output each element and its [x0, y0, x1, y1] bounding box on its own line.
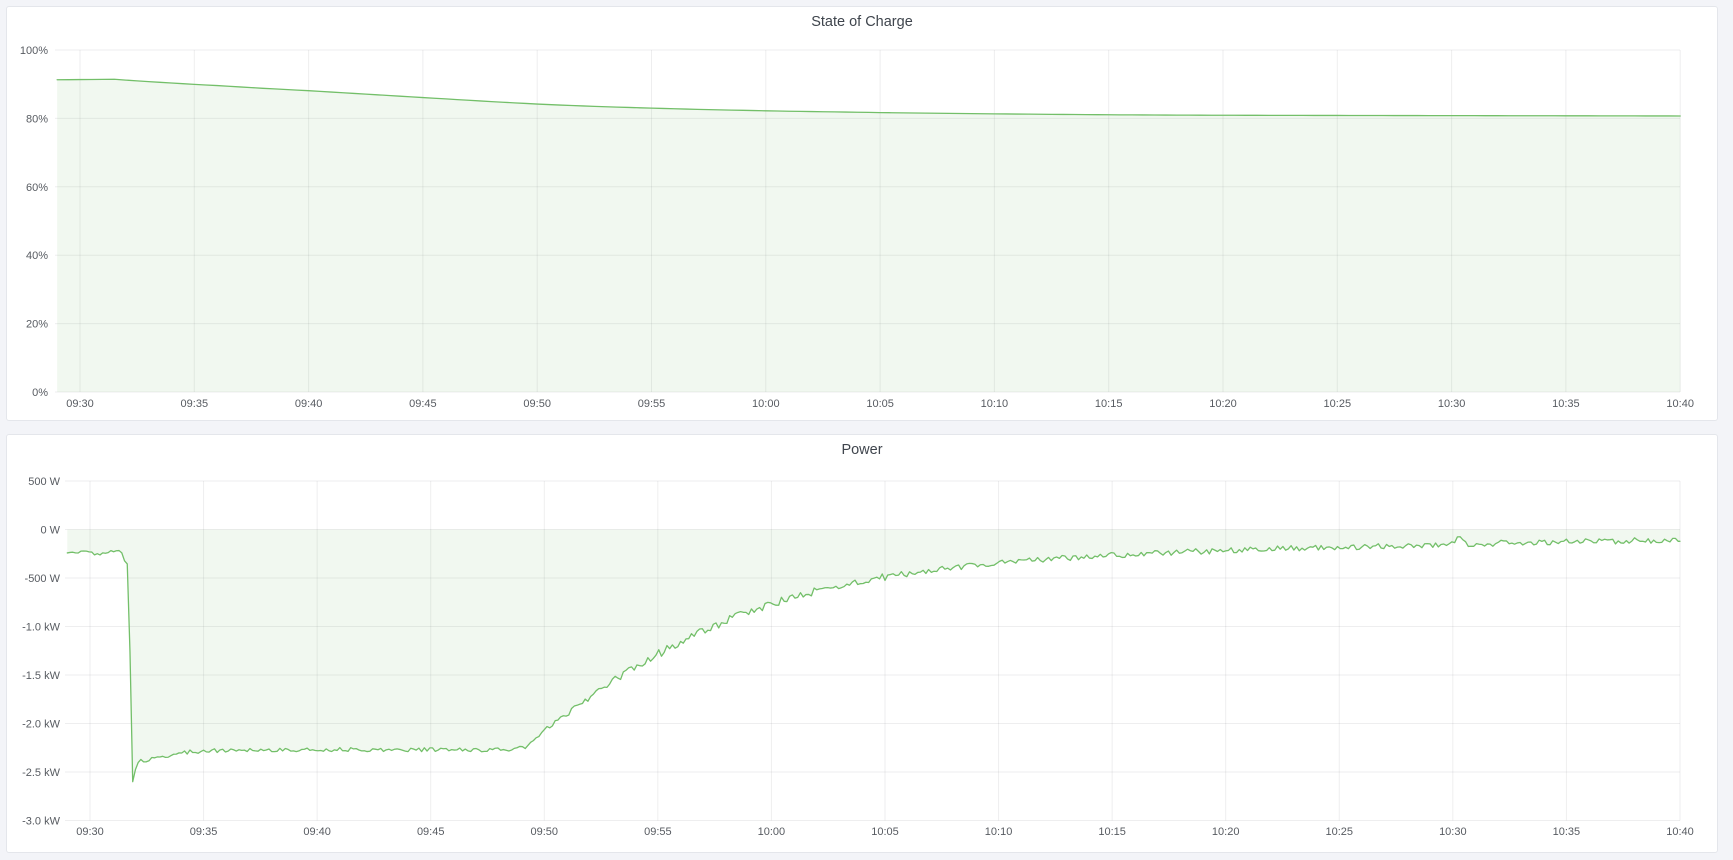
- y-axis-tick-label: -500 W: [25, 573, 61, 585]
- y-axis-tick-label: -1.0 kW: [22, 622, 61, 634]
- x-axis-tick-label: 10:30: [1439, 826, 1467, 838]
- y-axis-tick-label: 0 W: [40, 525, 60, 537]
- series-area-fill: [67, 530, 1680, 782]
- y-axis-tick-label: -2.0 kW: [22, 719, 61, 731]
- power-panel-title[interactable]: Power: [7, 435, 1717, 463]
- x-axis-tick-label: 10:30: [1438, 398, 1466, 410]
- x-axis-tick-label: 09:30: [66, 398, 94, 410]
- y-axis-tick-label: 20%: [26, 319, 48, 331]
- x-axis-tick-label: 10:10: [985, 826, 1013, 838]
- x-axis-tick-label: 09:55: [644, 826, 672, 838]
- x-axis-tick-label: 09:40: [295, 398, 323, 410]
- x-axis-tick-label: 10:25: [1324, 398, 1352, 410]
- x-axis-tick-label: 10:05: [866, 398, 894, 410]
- y-axis-tick-label: 80%: [26, 113, 48, 125]
- soc-panel: State of Charge 100% 80% 60% 40% 20% 0% 09:30 0…: [6, 6, 1718, 421]
- soc-chart-canvas[interactable]: 100% 80% 60% 40% 20% 0% 09:30 09:35 09:40 09:45 09…: [7, 35, 1717, 420]
- x-axis-tick-label: 09:30: [76, 826, 104, 838]
- x-axis-tick-label: 10:00: [758, 826, 786, 838]
- x-axis-tick-label: 10:00: [752, 398, 780, 410]
- x-axis-tick-label: 09:45: [409, 398, 437, 410]
- soc-panel-title[interactable]: State of Charge: [7, 7, 1717, 35]
- x-axis-tick-label: 09:45: [417, 826, 445, 838]
- x-axis-tick-label: 10:10: [981, 398, 1009, 410]
- x-axis-tick-label: 09:55: [638, 398, 666, 410]
- x-axis-tick-label: 10:40: [1666, 398, 1694, 410]
- x-axis-tick-label: 10:15: [1095, 398, 1123, 410]
- x-axis-tick-label: 10:25: [1326, 826, 1354, 838]
- y-axis-tick-label: 500 W: [28, 476, 60, 488]
- x-axis-tick-label: 10:20: [1209, 398, 1237, 410]
- y-axis-tick-label: -3.0 kW: [22, 816, 61, 828]
- y-axis-tick-label: 0%: [32, 387, 48, 399]
- power-chart-canvas[interactable]: 500 W 0 W -500 W -1.0 kW -1.5 kW -2.0 kW -2.5 …: [7, 463, 1717, 852]
- x-axis-tick-label: 10:40: [1666, 826, 1694, 838]
- x-axis-tick-label: 09:40: [303, 826, 331, 838]
- y-axis-tick-label: 40%: [26, 250, 48, 262]
- power-panel: Power 500 W 0 W -500 W -1.0 kW -1.5 kW -2.0 k…: [6, 434, 1718, 853]
- x-axis-tick-label: 09:50: [531, 826, 559, 838]
- x-axis-tick-label: 10:35: [1553, 826, 1581, 838]
- x-axis-tick-label: 10:20: [1212, 826, 1240, 838]
- x-axis-tick-label: 10:35: [1552, 398, 1580, 410]
- y-axis-tick-label: -1.5 kW: [22, 670, 61, 682]
- x-axis-tick-label: 09:35: [181, 398, 209, 410]
- y-axis-tick-label: 60%: [26, 182, 48, 194]
- y-axis-tick-label: 100%: [20, 45, 48, 57]
- x-axis-tick-label: 09:35: [190, 826, 218, 838]
- x-axis-tick-label: 09:50: [523, 398, 551, 410]
- series-area-fill: [57, 79, 1680, 392]
- x-axis-tick-label: 10:15: [1098, 826, 1126, 838]
- y-axis-tick-label: -2.5 kW: [22, 767, 61, 779]
- x-axis-tick-label: 10:05: [871, 826, 899, 838]
